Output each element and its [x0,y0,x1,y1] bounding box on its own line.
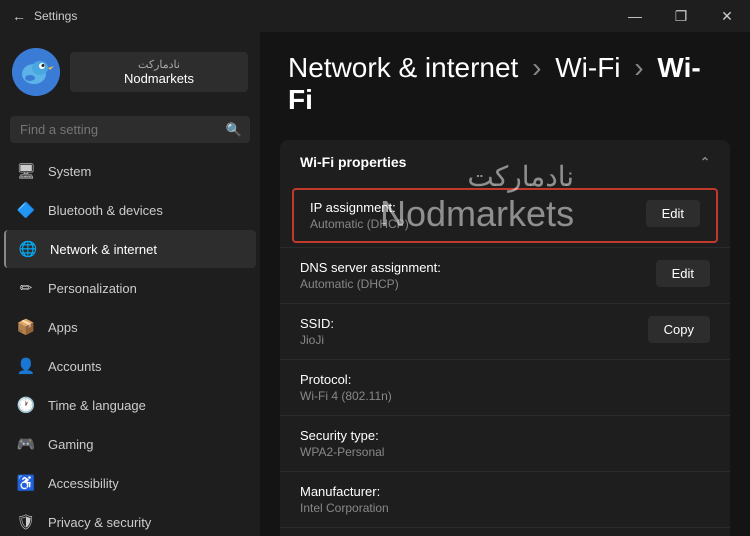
property-manufacturer-value: Intel Corporation [300,501,389,515]
titlebar-title: Settings [34,9,77,23]
breadcrumb-part2: Wi-Fi [555,52,620,83]
search-icon: 🔍 [226,122,242,138]
privacy-icon: 🛡 [16,512,36,532]
titlebar-controls: — ❐ ✕ [612,0,750,32]
sidebar-item-network[interactable]: 🌐 Network & internet [4,230,256,268]
edit-dns-button[interactable]: Edit [656,260,710,287]
property-security-value: WPA2-Personal [300,445,384,459]
nav-menu: 🖥 System 🔷 Bluetooth & devices 🌐 Network… [0,151,260,536]
minimize-button[interactable]: — [612,0,658,32]
breadcrumb-sep1: › [532,52,549,83]
sidebar-item-time[interactable]: 🕐 Time & language [4,386,256,424]
property-ssid-label: SSID: [300,316,334,331]
search-input[interactable] [10,116,250,143]
property-manufacturer-label: Manufacturer: [300,484,389,499]
user-name-arabic: نادمارکت [82,58,236,71]
property-security-label: Security type: [300,428,384,443]
property-dns-label: DNS server assignment: [300,260,441,275]
sidebar-item-privacy[interactable]: 🛡 Privacy & security [4,503,256,536]
back-icon[interactable]: ← [12,8,26,24]
property-row-security: Security type: WPA2-Personal [280,415,730,471]
property-protocol-left: Protocol: Wi-Fi 4 (802.11n) [300,372,392,403]
sidebar-item-accessibility[interactable]: ♿ Accessibility [4,464,256,502]
property-row-protocol: Protocol: Wi-Fi 4 (802.11n) [280,359,730,415]
sidebar-item-accounts-label: Accounts [48,359,101,374]
sidebar-item-gaming-label: Gaming [48,437,94,452]
property-protocol-label: Protocol: [300,372,392,387]
personalization-icon: ✏ [16,278,36,298]
sidebar-item-system[interactable]: 🖥 System [4,152,256,190]
content-header: Network & internet › Wi-Fi › Wi-Fi [260,32,750,132]
sidebar: نادمارکت Nodmarkets 🔍 🖥 System 🔷 Bluetoo… [0,32,260,536]
copy-ssid-button[interactable]: Copy [648,316,710,343]
search-box: 🔍 [10,116,250,143]
maximize-button[interactable]: ❐ [658,0,704,32]
property-row-ssid: SSID: JioJi Copy [280,303,730,359]
property-dns-left: DNS server assignment: Automatic (DHCP) [300,260,441,291]
app-body: نادمارکت Nodmarkets 🔍 🖥 System 🔷 Bluetoo… [0,32,750,536]
user-info-box[interactable]: نادمارکت Nodmarkets [70,52,248,92]
avatar [12,48,60,96]
sidebar-item-accounts[interactable]: 👤 Accounts [4,347,256,385]
property-security-left: Security type: WPA2-Personal [300,428,384,459]
sidebar-item-apps-label: Apps [48,320,78,335]
time-icon: 🕐 [16,395,36,415]
property-row-dns: DNS server assignment: Automatic (DHCP) … [280,247,730,303]
property-ssid-left: SSID: JioJi [300,316,334,347]
bluetooth-icon: 🔷 [16,200,36,220]
titlebar-left: ← Settings [12,8,77,24]
accounts-icon: 👤 [16,356,36,376]
accessibility-icon: ♿ [16,473,36,493]
wifi-properties-section: Wi-Fi properties ⌃ IP assignment: Automa… [280,140,730,536]
sidebar-item-bluetooth-label: Bluetooth & devices [48,203,163,218]
sidebar-item-system-label: System [48,164,91,179]
edit-ip-button[interactable]: Edit [646,200,700,227]
sidebar-item-personalization[interactable]: ✏ Personalization [4,269,256,307]
gaming-icon: 🎮 [16,434,36,454]
sidebar-item-network-label: Network & internet [50,242,157,257]
section-title: Wi-Fi properties [300,154,406,170]
property-protocol-value: Wi-Fi 4 (802.11n) [300,389,392,403]
property-row-ip: IP assignment: Automatic (DHCP) Edit [292,188,718,243]
sidebar-item-bluetooth[interactable]: 🔷 Bluetooth & devices [4,191,256,229]
property-ssid-value: JioJi [300,333,334,347]
property-ip-label: IP assignment: [310,200,409,215]
chevron-up-icon: ⌃ [700,155,710,169]
sidebar-item-personalization-label: Personalization [48,281,137,296]
breadcrumb-part1: Network & internet [288,52,518,83]
system-icon: 🖥 [16,161,36,181]
titlebar: ← Settings — ❐ ✕ [0,0,750,32]
property-dns-value: Automatic (DHCP) [300,277,441,291]
close-button[interactable]: ✕ [704,0,750,32]
property-row-manufacturer: Manufacturer: Intel Corporation [280,471,730,527]
content-area: Network & internet › Wi-Fi › Wi-Fi Wi-Fi… [260,32,750,536]
breadcrumb-sep2: › [634,52,651,83]
apps-icon: 📦 [16,317,36,337]
breadcrumb: Network & internet › Wi-Fi › Wi-Fi [288,52,722,116]
section-header[interactable]: Wi-Fi properties ⌃ [280,140,730,184]
sidebar-item-time-label: Time & language [48,398,146,413]
sidebar-item-gaming[interactable]: 🎮 Gaming [4,425,256,463]
property-row-description: Description: Intel(R) Wi-Fi 6 AX201 160M… [280,527,730,536]
sidebar-item-privacy-label: Privacy & security [48,515,151,530]
property-ip-value: Automatic (DHCP) [310,217,409,231]
property-manufacturer-left: Manufacturer: Intel Corporation [300,484,389,515]
sidebar-item-accessibility-label: Accessibility [48,476,119,491]
sidebar-item-apps[interactable]: 📦 Apps [4,308,256,346]
property-ip-left: IP assignment: Automatic (DHCP) [310,200,409,231]
user-name-english: Nodmarkets [82,71,236,86]
network-icon: 🌐 [18,239,38,259]
user-section: نادمارکت Nodmarkets [0,32,260,112]
